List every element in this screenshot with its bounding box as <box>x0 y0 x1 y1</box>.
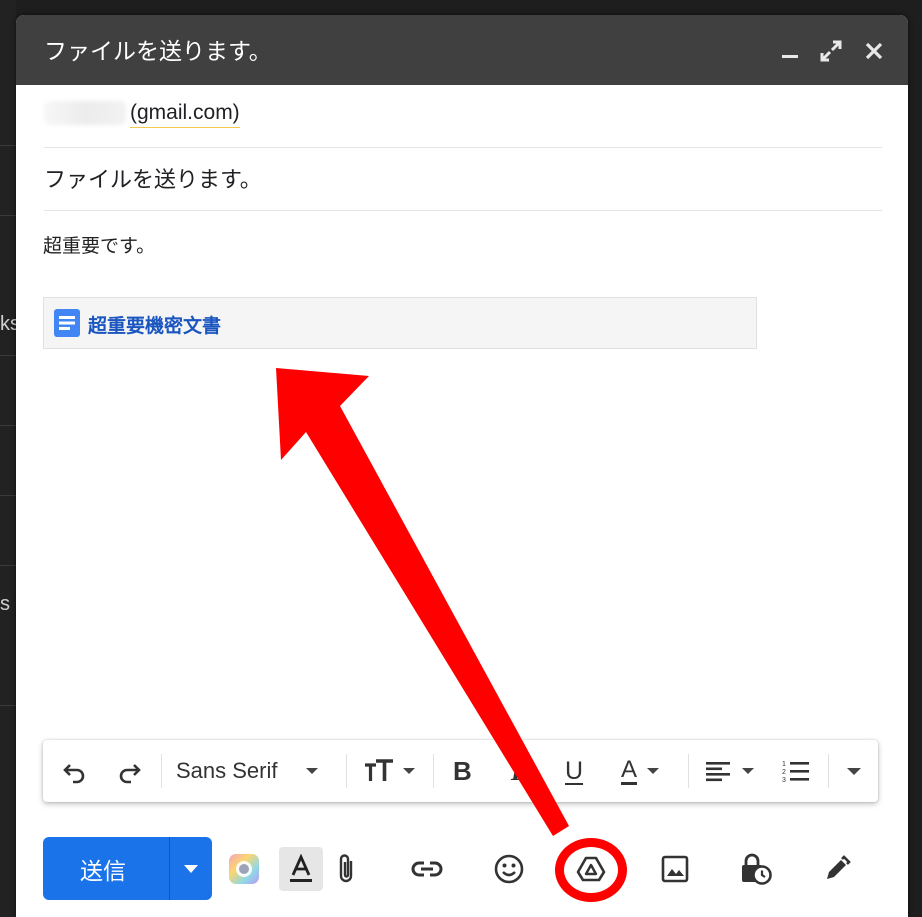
insert-emoji-button[interactable] <box>487 847 531 891</box>
bold-button[interactable]: B <box>453 755 472 787</box>
bg-text-fragment: s <box>0 593 10 615</box>
underline-button[interactable]: U <box>565 755 583 787</box>
minimize-icon <box>782 55 798 58</box>
bold-icon: B <box>453 755 472 786</box>
numbered-list-icon: 1 2 3 <box>782 761 809 784</box>
bg-divider <box>0 495 16 496</box>
more-formatting-button[interactable] <box>841 755 861 787</box>
text-size-icon <box>365 759 393 781</box>
toolbar-divider <box>161 754 162 788</box>
formatting-options-toggle[interactable] <box>279 847 323 891</box>
toolbar-divider <box>346 754 347 788</box>
svg-text:2: 2 <box>782 769 786 776</box>
recipients-field[interactable]: (gmail.com) <box>44 91 882 148</box>
attachment-name: 超重要機密文書 <box>88 315 222 337</box>
pen-icon <box>827 855 851 879</box>
background-inbox <box>0 0 16 917</box>
align-select[interactable] <box>704 755 754 787</box>
toolbar-divider <box>828 754 829 788</box>
layouts-icon <box>229 854 259 884</box>
subject-value: ファイルを送ります。 <box>44 168 262 193</box>
subject-field[interactable]: ファイルを送ります。 <box>44 148 882 211</box>
attach-files-button[interactable] <box>324 847 368 891</box>
italic-button[interactable]: I <box>511 755 522 787</box>
text-color-select[interactable]: A <box>621 755 660 787</box>
chevron-down-icon <box>647 768 660 774</box>
expand-icon <box>820 40 842 62</box>
minimize-button[interactable] <box>776 37 804 65</box>
blurred-recipient-name <box>44 101 126 125</box>
close-button[interactable] <box>860 37 888 65</box>
italic-icon: I <box>511 755 522 786</box>
font-size-select[interactable] <box>363 755 415 787</box>
text-color-icon: A <box>621 755 638 785</box>
emoji-icon <box>494 854 524 884</box>
chevron-down-icon <box>403 768 415 774</box>
text-format-icon <box>290 854 312 882</box>
undo-icon <box>63 764 85 784</box>
send-options-chevron-icon[interactable] <box>184 865 198 873</box>
confidential-mode-button[interactable] <box>734 847 778 891</box>
font-family-value: Sans Serif <box>176 758 278 783</box>
paperclip-icon <box>339 854 353 883</box>
chevron-down-icon <box>305 768 318 774</box>
insert-photo-button[interactable] <box>653 847 697 891</box>
bg-divider <box>0 705 16 706</box>
bg-divider <box>0 215 16 216</box>
drive-attachment-chip[interactable]: 超重要機密文書 <box>43 297 757 349</box>
bg-divider <box>0 145 16 146</box>
compose-window: ファイルを送ります。 (gmail.com) ファイルを送ります。 超重要です。 <box>16 15 908 917</box>
message-body[interactable]: 超重要です。 <box>43 231 155 258</box>
toolbar-divider <box>433 754 434 788</box>
bg-divider <box>0 565 16 566</box>
svg-text:1: 1 <box>782 761 786 768</box>
formatting-toolbar: Sans Serif B I U A 1 2 3 <box>43 740 878 802</box>
image-icon <box>661 855 689 883</box>
redo-icon <box>119 764 141 784</box>
google-docs-icon <box>54 309 80 337</box>
send-button[interactable]: 送信 <box>43 837 212 900</box>
undo-button[interactable] <box>61 755 89 787</box>
bg-divider <box>0 425 16 426</box>
align-left-icon <box>706 762 730 782</box>
underline-icon: U <box>565 756 584 785</box>
insert-signature-button[interactable] <box>815 847 859 891</box>
bg-divider <box>0 355 16 356</box>
chevron-down-icon <box>742 768 754 774</box>
insert-link-button[interactable] <box>405 847 449 891</box>
annotation-circle <box>555 838 627 902</box>
compose-title: ファイルを送ります。 <box>44 39 272 65</box>
chevron-down-icon <box>847 767 861 775</box>
svg-text:3: 3 <box>782 777 786 784</box>
compose-header[interactable]: ファイルを送ります。 <box>16 15 908 85</box>
link-icon <box>411 861 443 877</box>
numbered-list-button[interactable]: 1 2 3 <box>781 755 811 787</box>
lock-clock-icon <box>742 853 772 885</box>
recipient-chip[interactable]: (gmail.com) <box>130 101 240 128</box>
send-divider <box>169 837 170 900</box>
redo-button[interactable] <box>115 755 143 787</box>
layouts-button[interactable] <box>222 847 266 891</box>
font-family-select[interactable]: Sans Serif <box>176 755 318 787</box>
close-icon <box>865 42 883 60</box>
send-label: 送信 <box>80 859 126 885</box>
fullscreen-button[interactable] <box>817 37 845 65</box>
toolbar-divider <box>688 754 689 788</box>
